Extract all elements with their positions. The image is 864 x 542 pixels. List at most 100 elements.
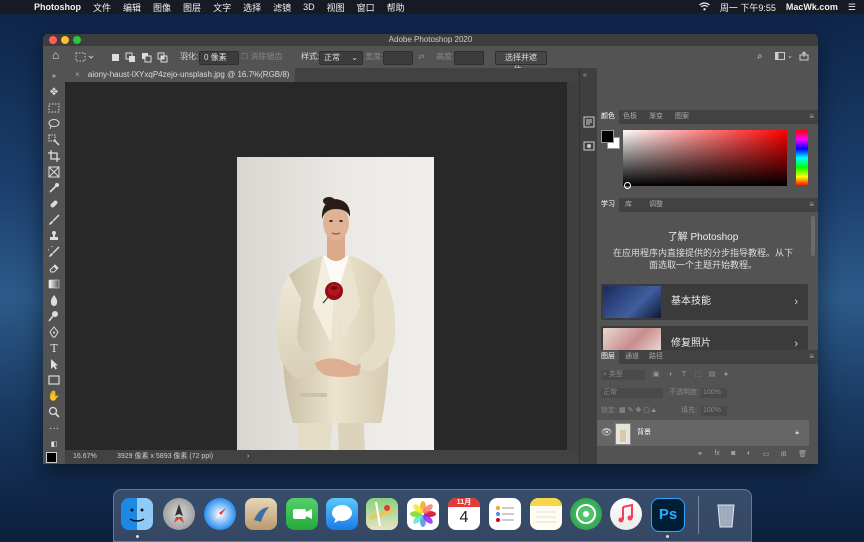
crop-tool-icon[interactable] [47, 150, 61, 164]
history-panel-icon[interactable] [583, 116, 595, 131]
default-colors-icon[interactable]: ◧ ⇆ [47, 438, 61, 462]
healing-brush-tool-icon[interactable] [47, 198, 61, 212]
workspace-icon[interactable] [775, 51, 785, 63]
feather-input[interactable]: 0 像素 [199, 51, 239, 65]
hue-slider[interactable] [796, 130, 808, 186]
add-selection-icon[interactable] [125, 51, 137, 63]
move-tool-icon[interactable]: ✥ [47, 86, 61, 100]
visibility-eye-icon[interactable]: 👁︎ [601, 427, 612, 438]
finder-icon[interactable] [121, 498, 153, 530]
launchpad-icon[interactable] [163, 498, 195, 530]
menu-help[interactable]: 帮助 [387, 1, 405, 14]
select-and-mask-button[interactable]: 选择并遮住... [495, 51, 547, 74]
collapse-tools-icon[interactable]: » [47, 70, 61, 84]
music-player-icon[interactable] [570, 498, 602, 530]
collapse-panels-icon[interactable]: « [583, 72, 587, 79]
filter-adjust-icon[interactable]: ◑ [665, 370, 675, 380]
style-select[interactable]: 正常 ⌄ [319, 51, 363, 65]
share-icon[interactable] [799, 51, 809, 63]
type-tool-icon[interactable]: T [47, 342, 61, 356]
color-saturation-field[interactable] [623, 130, 787, 186]
photos-icon[interactable] [407, 498, 439, 530]
intersect-selection-icon[interactable] [157, 51, 169, 63]
foreground-color-chip[interactable] [601, 130, 614, 143]
eraser-tool-icon[interactable] [47, 262, 61, 276]
tab-learn[interactable]: 学习 [597, 198, 619, 212]
filter-pixel-icon[interactable]: ▣ [651, 370, 661, 380]
learn-card-fix-photo[interactable]: 修复照片 › [601, 326, 808, 350]
swap-dimensions-icon[interactable]: ⇄ [418, 51, 425, 63]
menu-filter[interactable]: 滤镜 [273, 1, 291, 14]
blend-mode-select[interactable]: 正常 [601, 388, 663, 398]
properties-panel-icon[interactable] [583, 140, 595, 155]
maps-icon[interactable] [366, 498, 398, 530]
eyedropper-tool-icon[interactable] [47, 182, 61, 196]
tab-adjustments[interactable]: 调整 [645, 198, 667, 212]
menu-image[interactable]: 图像 [153, 1, 171, 14]
height-input[interactable] [454, 51, 484, 65]
canvas-area[interactable] [65, 82, 567, 452]
width-input[interactable] [383, 51, 413, 65]
marquee-preset-icon[interactable] [75, 51, 95, 63]
hand-tool-icon[interactable]: ✋ [47, 390, 61, 404]
minimize-window-button[interactable] [61, 36, 69, 44]
path-selection-tool-icon[interactable] [47, 358, 61, 372]
calendar-icon[interactable]: 11月 4 [448, 498, 480, 530]
tab-channels[interactable]: 通道 [621, 350, 643, 364]
tab-libraries[interactable]: 库 [621, 198, 636, 212]
fill-input[interactable]: 100% [701, 406, 727, 416]
vertical-scrollbar[interactable] [567, 82, 579, 450]
opacity-input[interactable]: 100% [701, 388, 727, 398]
document-image[interactable] [237, 157, 434, 452]
filter-shape-icon[interactable]: ⬚ [693, 370, 703, 380]
filter-toggle-icon[interactable]: ● [721, 370, 731, 380]
menu-layer[interactable]: 图层 [183, 1, 201, 14]
new-layer-icon[interactable]: ⊞ [781, 450, 787, 462]
tab-color[interactable]: 颜色 [597, 110, 619, 124]
learn-panel-menu-icon[interactable]: ≡ [809, 198, 814, 212]
trash-icon[interactable] [710, 498, 742, 530]
menu-window[interactable]: 窗口 [357, 1, 375, 14]
learn-scrollbar[interactable] [811, 216, 815, 256]
tab-layers[interactable]: 图层 [597, 350, 619, 364]
quick-select-tool-icon[interactable] [47, 134, 61, 148]
lock-position-icon[interactable]: ✥ [635, 407, 641, 414]
layer-row-background[interactable]: 👁︎ 背景 🔒︎ [597, 420, 809, 446]
photoshop-icon[interactable]: Ps [651, 498, 685, 532]
delete-layer-icon[interactable]: 🗑︎ [798, 450, 807, 462]
menu-type[interactable]: 文字 [213, 1, 231, 14]
foreground-color-swatch[interactable] [46, 452, 57, 463]
tab-patterns[interactable]: 图案 [671, 110, 693, 124]
marquee-tool-icon[interactable] [47, 102, 61, 116]
layer-name[interactable]: 背景 [637, 420, 651, 446]
dodge-tool-icon[interactable] [47, 310, 61, 324]
lasso-tool-icon[interactable] [47, 118, 61, 132]
zoom-tool-icon[interactable] [47, 406, 61, 420]
lock-all-icon[interactable]: 🔒︎ [652, 407, 656, 414]
menu-list-icon[interactable]: ☰ [848, 2, 856, 13]
history-brush-tool-icon[interactable] [45, 243, 61, 260]
tab-swatches[interactable]: 色板 [619, 110, 641, 124]
notes-icon[interactable] [530, 498, 562, 530]
reminders-icon[interactable] [489, 498, 521, 530]
menu-app-name[interactable]: Photoshop [34, 2, 81, 12]
status-menu-chevron-icon[interactable]: › [247, 450, 249, 464]
zoom-level[interactable]: 16.67% [73, 450, 97, 464]
antialias-checkbox[interactable]: ☐ 消除锯齿 [241, 51, 282, 63]
clone-stamp-tool-icon[interactable] [47, 230, 61, 244]
new-group-icon[interactable]: ▭ [763, 450, 770, 462]
wifi-icon[interactable] [699, 1, 710, 13]
music-icon[interactable] [610, 498, 642, 530]
document-tab[interactable]: × aiony-haust-lXYxqP4zejo-unsplash.jpg @… [65, 68, 296, 82]
layer-style-icon[interactable]: fx [714, 450, 719, 462]
workspace-chevron-icon[interactable]: ⌄ [787, 51, 793, 63]
link-layers-icon[interactable]: ⚭ [697, 450, 703, 462]
layers-panel-menu-icon[interactable]: ≡ [809, 350, 814, 364]
close-window-button[interactable] [49, 36, 57, 44]
search-icon[interactable]: ⌕ [757, 51, 763, 63]
layer-filter-select[interactable]: ⌕ 类型 [601, 370, 645, 380]
close-tab-icon[interactable]: × [75, 70, 80, 79]
new-selection-icon[interactable] [111, 51, 121, 63]
lock-artboard-icon[interactable]: ▢ [643, 407, 650, 414]
pen-tool-icon[interactable] [47, 326, 61, 340]
